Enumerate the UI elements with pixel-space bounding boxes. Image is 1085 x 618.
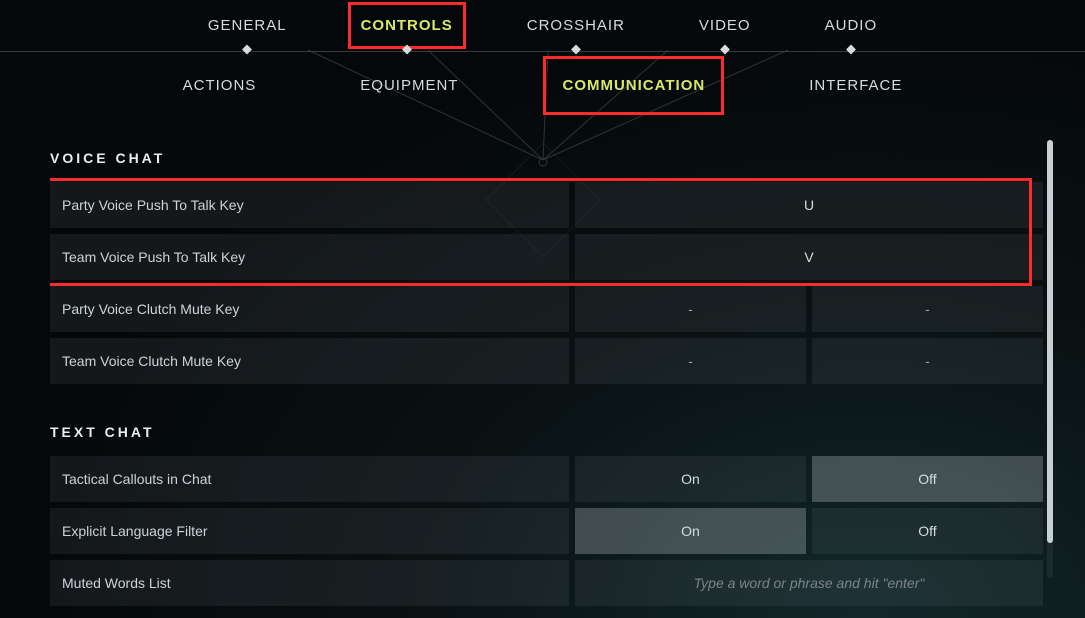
tab-crosshair-label: CROSSHAIR [527, 17, 625, 34]
row-label: Team Voice Push To Talk Key [50, 234, 569, 280]
muted-words-input[interactable] [575, 560, 1043, 606]
row-label: Team Voice Clutch Mute Key [50, 338, 569, 384]
keybind-secondary[interactable]: - [812, 286, 1043, 332]
scrollbar-thumb[interactable] [1047, 140, 1053, 543]
keybind-secondary[interactable]: - [812, 338, 1043, 384]
row-tactical-callouts: Tactical Callouts in Chat On Off [50, 456, 1043, 502]
settings-panel: VOICE CHAT Party Voice Push To Talk Key … [50, 138, 1043, 618]
tab-general[interactable]: GENERAL [206, 13, 289, 38]
tab-controls-label: CONTROLS [361, 17, 453, 34]
tab-audio-label: AUDIO [825, 17, 878, 34]
row-team-ptt: Team Voice Push To Talk Key V [50, 234, 1043, 280]
row-label: Party Voice Push To Talk Key [50, 182, 569, 228]
tab-controls[interactable]: CONTROLS [359, 13, 455, 38]
row-muted-words: Muted Words List [50, 560, 1043, 606]
toggle-on[interactable]: On [575, 508, 806, 554]
toggle-off[interactable]: Off [812, 508, 1043, 554]
row-team-clutch: Team Voice Clutch Mute Key - - [50, 338, 1043, 384]
tab-audio[interactable]: AUDIO [823, 13, 880, 38]
subtab-actions[interactable]: ACTIONS [181, 73, 259, 98]
row-label: Muted Words List [50, 560, 569, 606]
tab-general-label: GENERAL [208, 17, 287, 34]
scrollbar[interactable] [1047, 140, 1053, 578]
row-label: Party Voice Clutch Mute Key [50, 286, 569, 332]
tab-crosshair[interactable]: CROSSHAIR [525, 13, 627, 38]
keybind-value[interactable]: V [575, 234, 1043, 280]
row-party-clutch: Party Voice Clutch Mute Key - - [50, 286, 1043, 332]
subtab-communication[interactable]: COMMUNICATION [560, 73, 707, 98]
keybind-value[interactable]: U [575, 182, 1043, 228]
row-explicit-filter: Explicit Language Filter On Off [50, 508, 1043, 554]
toggle-on[interactable]: On [575, 456, 806, 502]
tab-video[interactable]: VIDEO [697, 13, 753, 38]
muted-words-input-wrap [575, 560, 1043, 606]
top-tab-bar: GENERAL CONTROLS CROSSHAIR VIDEO AUDIO [0, 0, 1085, 52]
row-party-ptt: Party Voice Push To Talk Key U [50, 182, 1043, 228]
row-label: Tactical Callouts in Chat [50, 456, 569, 502]
subtab-equipment[interactable]: EQUIPMENT [358, 73, 460, 98]
toggle-off[interactable]: Off [812, 456, 1043, 502]
tab-video-label: VIDEO [699, 17, 751, 34]
keybind-primary[interactable]: - [575, 338, 806, 384]
section-title-text-chat: TEXT CHAT [50, 424, 1043, 440]
keybind-primary[interactable]: - [575, 286, 806, 332]
section-title-voice-chat: VOICE CHAT [50, 150, 1043, 166]
sub-tab-bar: ACTIONS EQUIPMENT COMMUNICATION INTERFAC… [0, 52, 1085, 118]
row-label: Explicit Language Filter [50, 508, 569, 554]
subtab-interface[interactable]: INTERFACE [807, 73, 904, 98]
